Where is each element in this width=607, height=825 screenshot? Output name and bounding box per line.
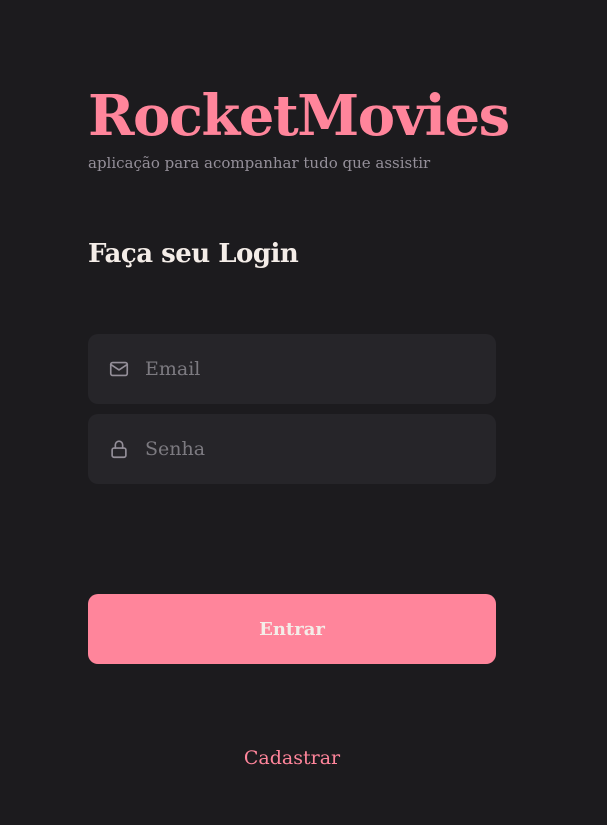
- form-title: Faça seu Login: [88, 239, 299, 269]
- login-button[interactable]: Entrar: [88, 594, 496, 664]
- brand-tagline: aplicação para acompanhar tudo que assis…: [88, 154, 431, 172]
- password-field[interactable]: [88, 414, 496, 484]
- email-input[interactable]: [145, 334, 496, 404]
- lock-icon: [108, 438, 130, 460]
- password-input[interactable]: [145, 414, 496, 484]
- brand-title: RocketMovies: [88, 83, 510, 149]
- signup-link[interactable]: Cadastrar: [88, 746, 496, 770]
- email-field[interactable]: [88, 334, 496, 404]
- mail-icon: [108, 358, 130, 380]
